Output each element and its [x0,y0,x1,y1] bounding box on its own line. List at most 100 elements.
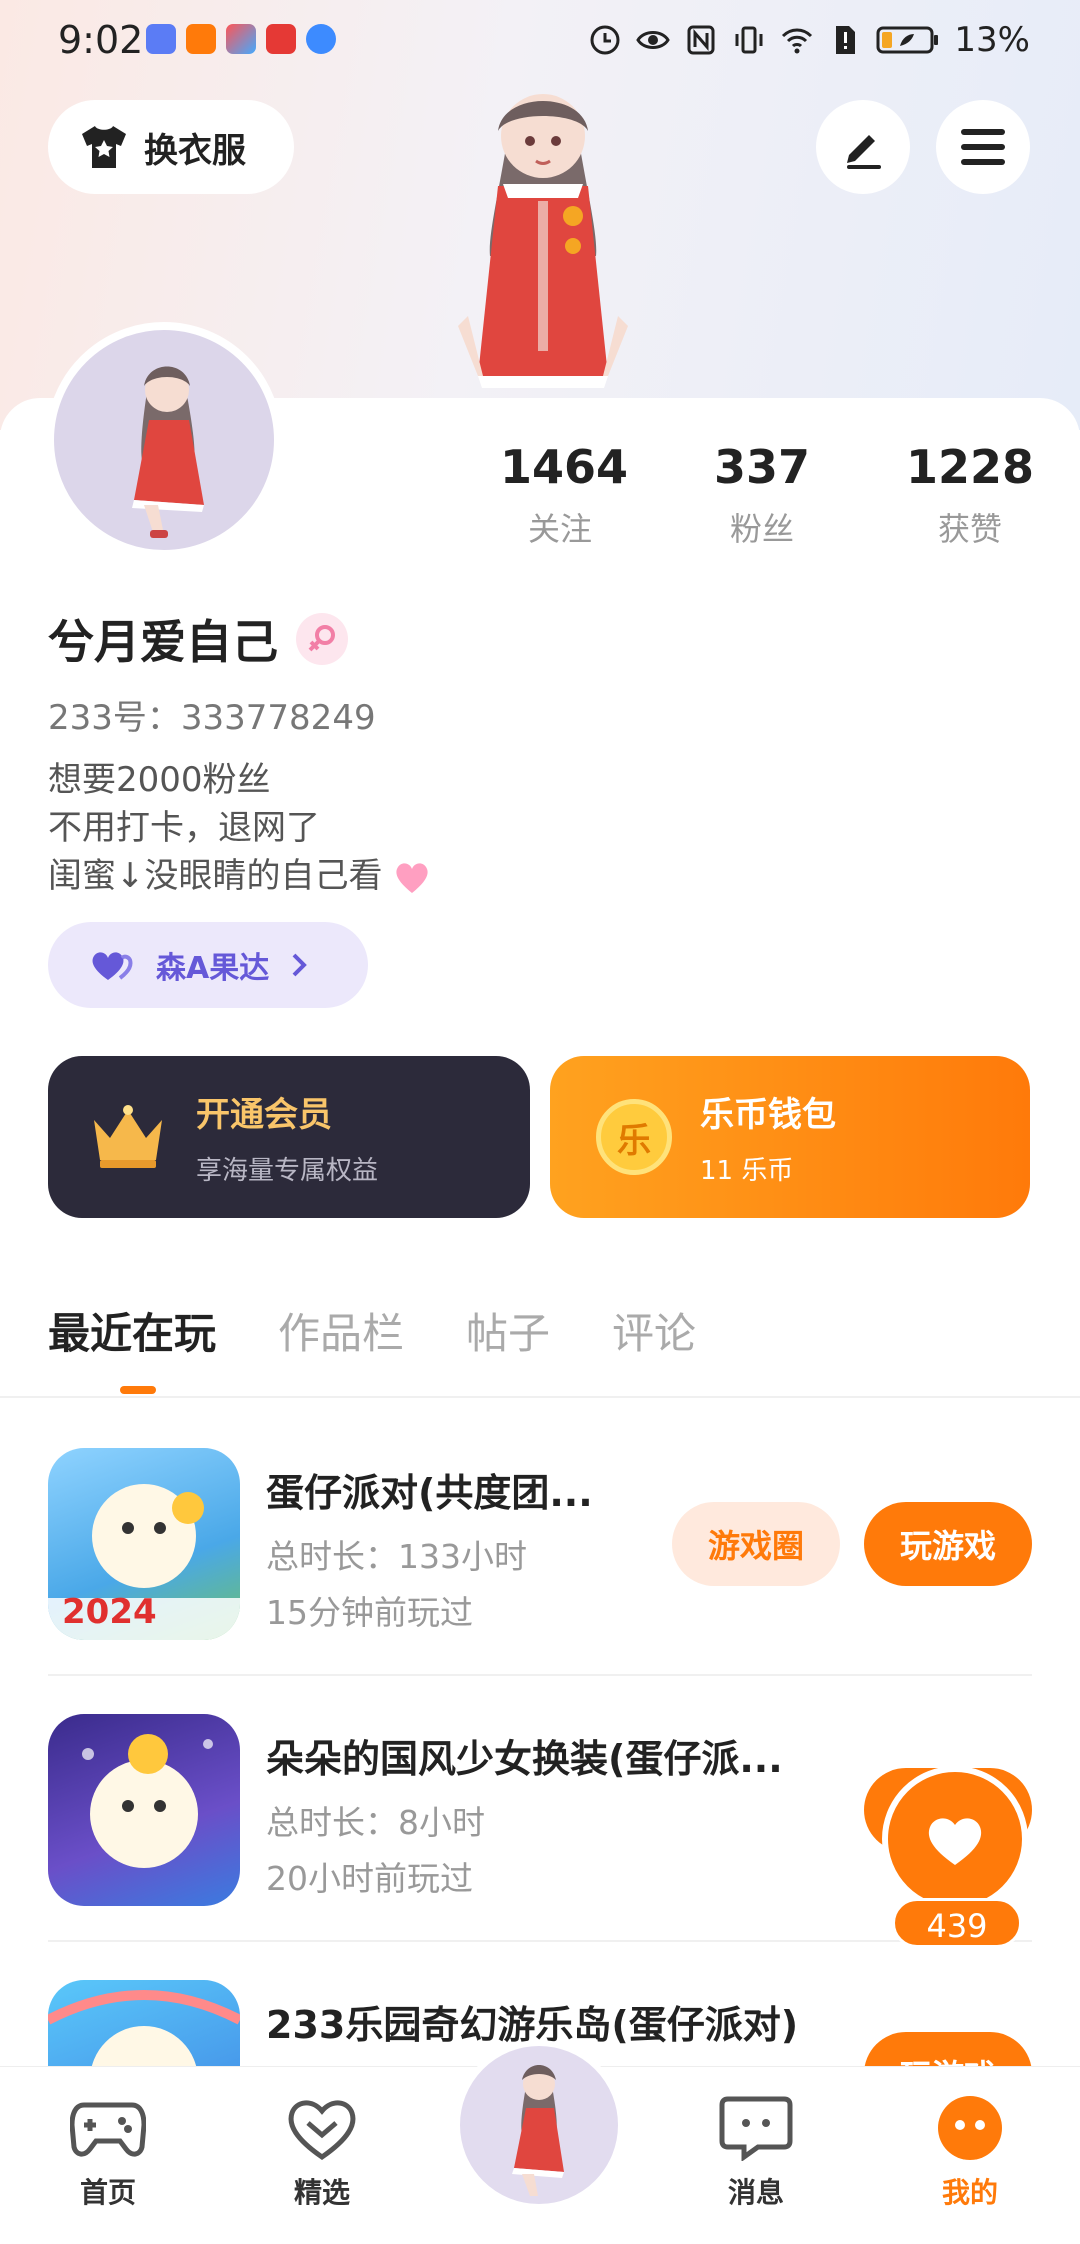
stat-likes[interactable]: 1228 获赞 [900,440,1040,550]
bio-line-text: 闺蜜↓没眼睛的自己看 [48,856,383,896]
heart-icon [928,1818,982,1865]
tab-posts[interactable]: 帖子 [466,1300,550,1361]
name-row: 兮月爱自己 [48,606,348,672]
edit-button[interactable] [816,100,910,194]
nav-featured-label: 精选 [293,2176,350,2209]
nav-messages-label: 消息 [727,2176,784,2209]
game-circle-button[interactable]: 游戏圈 [672,1502,840,1586]
coin-glyph: 乐 [617,1120,651,1161]
nav-messages[interactable]: 消息 [686,2095,826,2211]
divider [48,1674,1032,1676]
change-outfit-label: 换衣服 [144,130,246,171]
battery-percent: 13% [954,20,1030,60]
menu-button[interactable] [936,100,1030,194]
user-bio: 想要2000粉丝 不用打卡，退网了 闺蜜↓没眼睛的自己看 [48,756,431,900]
nav-avatar-image [512,2065,564,2196]
pen-icon [847,135,881,169]
wallet-card[interactable]: 乐 乐币钱包 11 乐币 [550,1056,1030,1218]
game-last-played: 15分钟前玩过 [266,1593,473,1632]
fans-label: 粉丝 [729,510,794,548]
friend-tag-button[interactable]: 森A果达 [48,922,368,1008]
coin-icon: 乐 [596,1099,672,1175]
bio-line: 闺蜜↓没眼睛的自己看 [48,852,431,900]
wifi-icon [782,28,813,54]
game-title: 朵朵的国风少女换装(蛋仔派... [266,1737,783,1781]
profile-avatar[interactable] [46,322,282,558]
game-title: 蛋仔派对(共度团... [266,1471,593,1515]
divider [0,1396,1080,1398]
pink-heart-icon [396,862,428,893]
game-last-played: 20小时前玩过 [266,1859,473,1898]
nav-featured[interactable]: 精选 [252,2095,392,2211]
change-outfit-button[interactable]: 换衣服 [48,100,294,194]
bio-line: 想要2000粉丝 [48,760,271,800]
user-name: 兮月爱自己 [48,615,278,669]
status-icons: 13% [588,20,1030,60]
like-count: 439 [892,1898,1022,1948]
browser-app-icon [306,24,336,54]
game-icon [48,1714,240,1906]
profile-icon [938,2096,1002,2160]
notification-icons [146,24,336,54]
wallet-balance: 11 乐币 [700,1156,794,1186]
tab-recent-played[interactable]: 最近在玩 [48,1300,216,1361]
game-badge-year: 2024 [62,1592,157,1632]
friend-tag-label: 森A果达 [156,951,270,986]
heart-outline-icon [288,2100,356,2161]
vip-subtitle: 享海量专属权益 [196,1156,379,1186]
active-tab-indicator [120,1386,156,1394]
fans-count: 337 [713,440,811,494]
vip-card[interactable]: 开通会员 享海量专属权益 [48,1056,530,1218]
app-icon [226,24,256,54]
video-app-icon [186,24,216,54]
status-time: 9:02 [58,18,144,62]
like-circle [882,1766,1028,1912]
game-duration: 总时长：133小时 [266,1537,527,1576]
game-icon: 2024 [48,1448,240,1640]
game-icon [48,1980,240,2066]
nav-mine-label: 我的 [941,2176,998,2209]
game-duration: 总时长：8小时 [266,1803,485,1842]
profile-tabs: 最近在玩 作品栏 帖子 评论 [48,1300,696,1361]
nav-home[interactable]: 首页 [38,2095,178,2211]
chevron-right-icon [292,953,308,977]
nav-avatar-button[interactable] [454,2040,624,2210]
avatar-image [132,366,204,538]
tab-comments[interactable]: 评论 [612,1300,696,1361]
female-icon [296,613,348,665]
play-game-button[interactable]: 玩游戏 [864,1502,1032,1586]
wallet-title: 乐币钱包 [700,1095,836,1135]
stat-following[interactable]: 1464 关注 [500,440,629,550]
like-floating-button[interactable]: 439 [882,1766,1032,1952]
stats-row: 1464 关注 337 粉丝 1228 获赞 [480,440,1040,560]
eye-icon [636,31,671,49]
battery-icon [876,26,939,54]
music-app-icon [146,24,176,54]
bio-line: 不用打卡，退网了 [48,808,320,848]
tshirt-icon [82,126,126,168]
chat-icon [719,2096,793,2162]
following-count: 1464 [500,440,629,494]
avatar-character[interactable] [418,76,668,406]
tab-works[interactable]: 作品栏 [278,1300,404,1361]
double-heart-icon [92,952,133,980]
following-label: 关注 [527,510,592,548]
user-id: 233号：333778249 [48,698,376,738]
game-row[interactable]: 2024 蛋仔派对(共度团... 总时长：133小时 15分钟前玩过 游戏圈 玩… [48,1448,1032,1642]
likes-received-count: 1228 [905,440,1035,494]
gamepad-icon [69,2102,147,2157]
status-bar: 9:02 13% [0,0,1080,84]
alarm-icon [590,25,620,55]
nfc-icon [687,25,715,55]
sim-alert-icon [836,26,856,54]
vibrate-icon [735,26,763,54]
vip-title: 开通会员 [196,1095,332,1135]
crown-icon [94,1105,162,1168]
news-app-icon [266,24,296,54]
stat-fans[interactable]: 337 粉丝 [702,440,822,550]
likes-received-label: 获赞 [937,510,1002,548]
nav-home-label: 首页 [79,2176,136,2209]
nav-mine[interactable]: 我的 [900,2095,1040,2211]
play-game-button[interactable]: 玩游戏 [864,2032,1032,2066]
menu-icon [961,129,1005,165]
